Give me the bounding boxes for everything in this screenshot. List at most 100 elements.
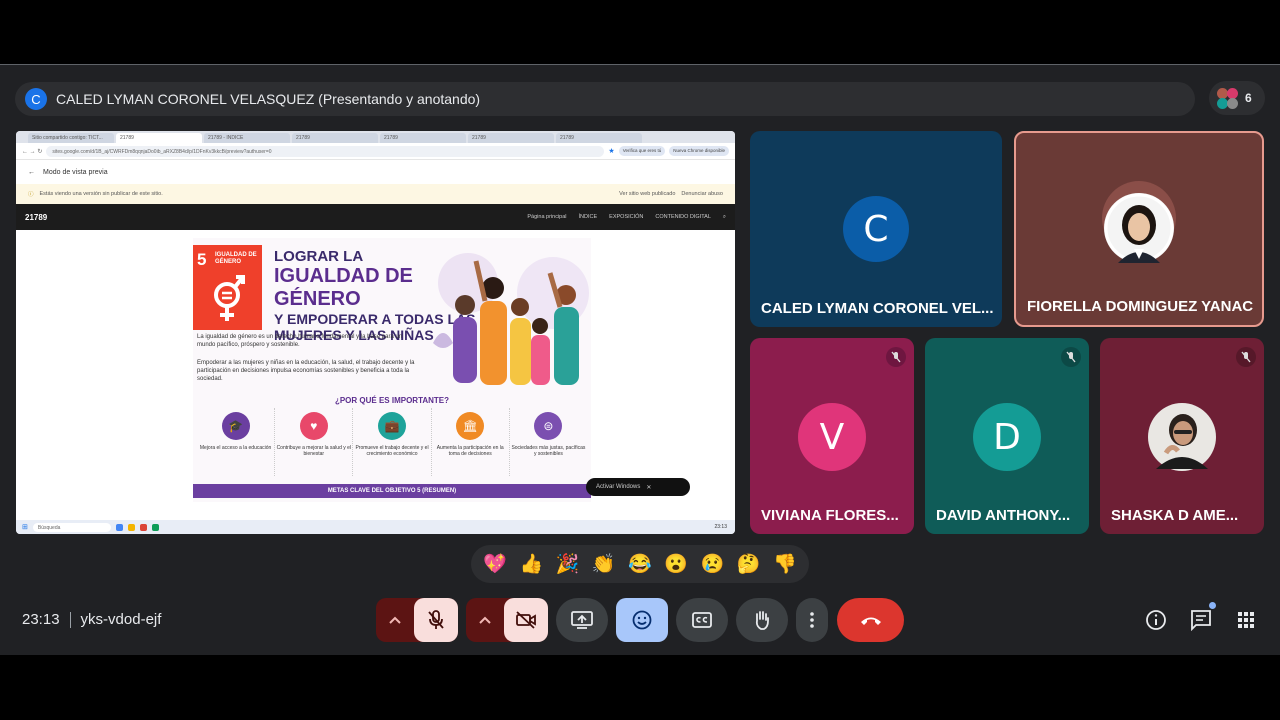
raise-hand-button[interactable] [736,598,788,642]
info-icon [1146,610,1166,630]
reaction-sparkling-heart[interactable]: 💖 [480,552,510,576]
reason-item: ♥ Contribuye a mejorar la salud y el bie… [275,408,354,476]
participant-tile-speaking[interactable]: FIORELLA DOMINGUEZ YANAC [1014,131,1264,327]
avatar: D [973,403,1041,471]
meeting-details-button[interactable] [1142,606,1170,634]
browser-tab: 21789 [116,133,202,143]
participant-name: SHASKA D AME... [1111,507,1239,524]
notice-text: Estás viendo una versión sin publicar de… [39,191,163,197]
reaction-surprised[interactable]: 😮 [661,552,691,576]
back-arrow-icon: ← [28,168,35,176]
browser-tab: 21789 [292,133,378,143]
browser-toolbar: ← → ↻ sites.google.com/d/1B_aj/CWRFDm8qq… [16,143,735,160]
taskbar-search: Búsqueda [32,522,111,532]
reaction-thumbs-up[interactable]: 👍 [516,552,546,576]
briefcase-icon: 💼 [378,412,406,440]
reason-item: 🎓 Mejora el acceso a la educación [197,408,276,476]
site-logo: 21789 [25,212,48,222]
mic-options-button[interactable] [376,598,414,642]
activities-button[interactable] [1232,606,1260,634]
chat-button[interactable] [1187,602,1216,634]
mic-toggle-button[interactable] [414,598,458,642]
reaction-thinking[interactable]: 🤔 [734,552,764,576]
more-vert-icon [810,612,814,628]
reason-item: 🏛 Aumenta la participación en la toma de… [432,408,510,476]
reaction-party-popper[interactable]: 🎉 [553,552,583,576]
goals-bar: METAS CLAVE DEL OBJETIVO 5 (RESUMEN) [193,484,591,498]
chevron-up-icon [389,616,401,624]
preview-mode-row: ← Modo de vista previa [16,160,735,184]
presentation-pill-text: Activar Windows [596,484,641,490]
participant-name: DAVID ANTHONY... [936,507,1071,524]
reaction-thumbs-down[interactable]: 👎 [770,552,800,576]
equality-icon: ⊜ [534,412,563,440]
participant-tile[interactable]: V VIVIANA FLORES... [750,338,914,534]
leave-call-button[interactable] [837,598,904,642]
participant-name: CALED LYMAN CORONEL VEL... [761,300,994,317]
women-illustration [433,253,589,385]
participant-name: VIVIANA FLORES... [761,507,899,524]
reason-text: Sociedades más justas, pacíficas y soste… [511,445,586,457]
presentation-pill: Activar Windows ✕ [586,478,690,496]
institution-icon: 🏛 [456,412,485,440]
mic-muted-icon [886,347,906,367]
camera-options-button[interactable] [466,598,504,642]
apps-grid-icon [1238,612,1254,628]
nav-item: Página principal [527,214,567,220]
participant-tile[interactable]: SHASKA D AME... [1100,338,1264,534]
taskbar-clock: 23:13 [714,524,727,530]
reason-text: Contribuye a mejorar la salud y el biene… [276,445,352,457]
participants-count: 6 [1245,91,1252,105]
heart-pulse-icon: ♥ [299,412,328,440]
participants-button[interactable]: 6 [1209,81,1265,115]
present-screen-button[interactable] [556,598,608,642]
reason-text: Aumenta la participación en la toma de d… [436,445,504,457]
hang-up-icon [860,617,881,625]
browser-tab: Sitio compartido contigo: TICT... [28,133,114,143]
nav-item: CONTENIDO DIGITAL [655,214,711,220]
participant-tile[interactable]: C CALED LYMAN CORONEL VEL... [750,131,1002,327]
captions-icon [692,612,712,628]
meeting-time: 23:13 [22,611,60,628]
unpublished-notice: ⓘ Estás viendo una versión sin publicar … [16,184,735,204]
avatar [1148,403,1216,471]
mic-off-icon [428,610,444,629]
site-navigation: 21789 Página principal ÍNDICE EXPOSICIÓN… [16,204,735,230]
avatar: C [843,196,909,262]
nav-arrows-icon: ← → ↻ [22,148,43,155]
captions-button[interactable] [676,598,728,642]
profile-chip: Verifica que eres tú [618,146,666,156]
reason-item: 💼 Promueve el trabajo decente y el creci… [353,408,432,476]
nav-item: ÍNDICE [578,214,598,220]
present-screen-icon [571,611,593,629]
chrome-update-chip: Nueva Chrome disponible [669,146,729,156]
reasons-row: 🎓 Mejora el acceso a la educación ♥ Cont… [197,408,587,476]
participant-tile[interactable]: D DAVID ANTHONY... [925,338,1089,534]
camera-toggle-button[interactable] [504,598,548,642]
reaction-laughing[interactable]: 😂 [625,552,655,576]
windows-taskbar: ⊞ Búsqueda 23:13 [16,520,735,534]
emoji-icon [632,610,652,630]
reaction-crying[interactable]: 😢 [697,552,727,576]
gender-equality-icon [214,275,245,321]
app-icon [139,523,147,531]
sdg5-badge: 5 IGUALDAD DE GÉNERO [193,245,262,330]
chat-icon [1191,610,1211,631]
more-options-button[interactable] [796,598,828,642]
mic-muted-icon [1061,347,1081,367]
close-icon: ✕ [646,484,652,491]
chevron-up-icon [479,616,491,624]
reason-text: Promueve el trabajo decente y el crecimi… [355,445,429,457]
divider [69,611,71,628]
participant-avatars-icon [1215,86,1239,110]
reaction-clapping[interactable]: 👏 [589,552,619,576]
view-published-link: Ver sitio web publicado [619,191,676,197]
bookmark-star-icon: ★ [608,148,615,155]
poster-paragraph-2: Empoderar a las mujeres y niñas en la ed… [197,360,415,382]
app-icon [151,523,159,531]
windows-start-icon: ⊞ [22,524,28,531]
search-icon: ⌕ [722,213,726,220]
hand-icon [755,611,769,630]
avatar [1104,193,1174,263]
reactions-button[interactable] [616,598,668,642]
